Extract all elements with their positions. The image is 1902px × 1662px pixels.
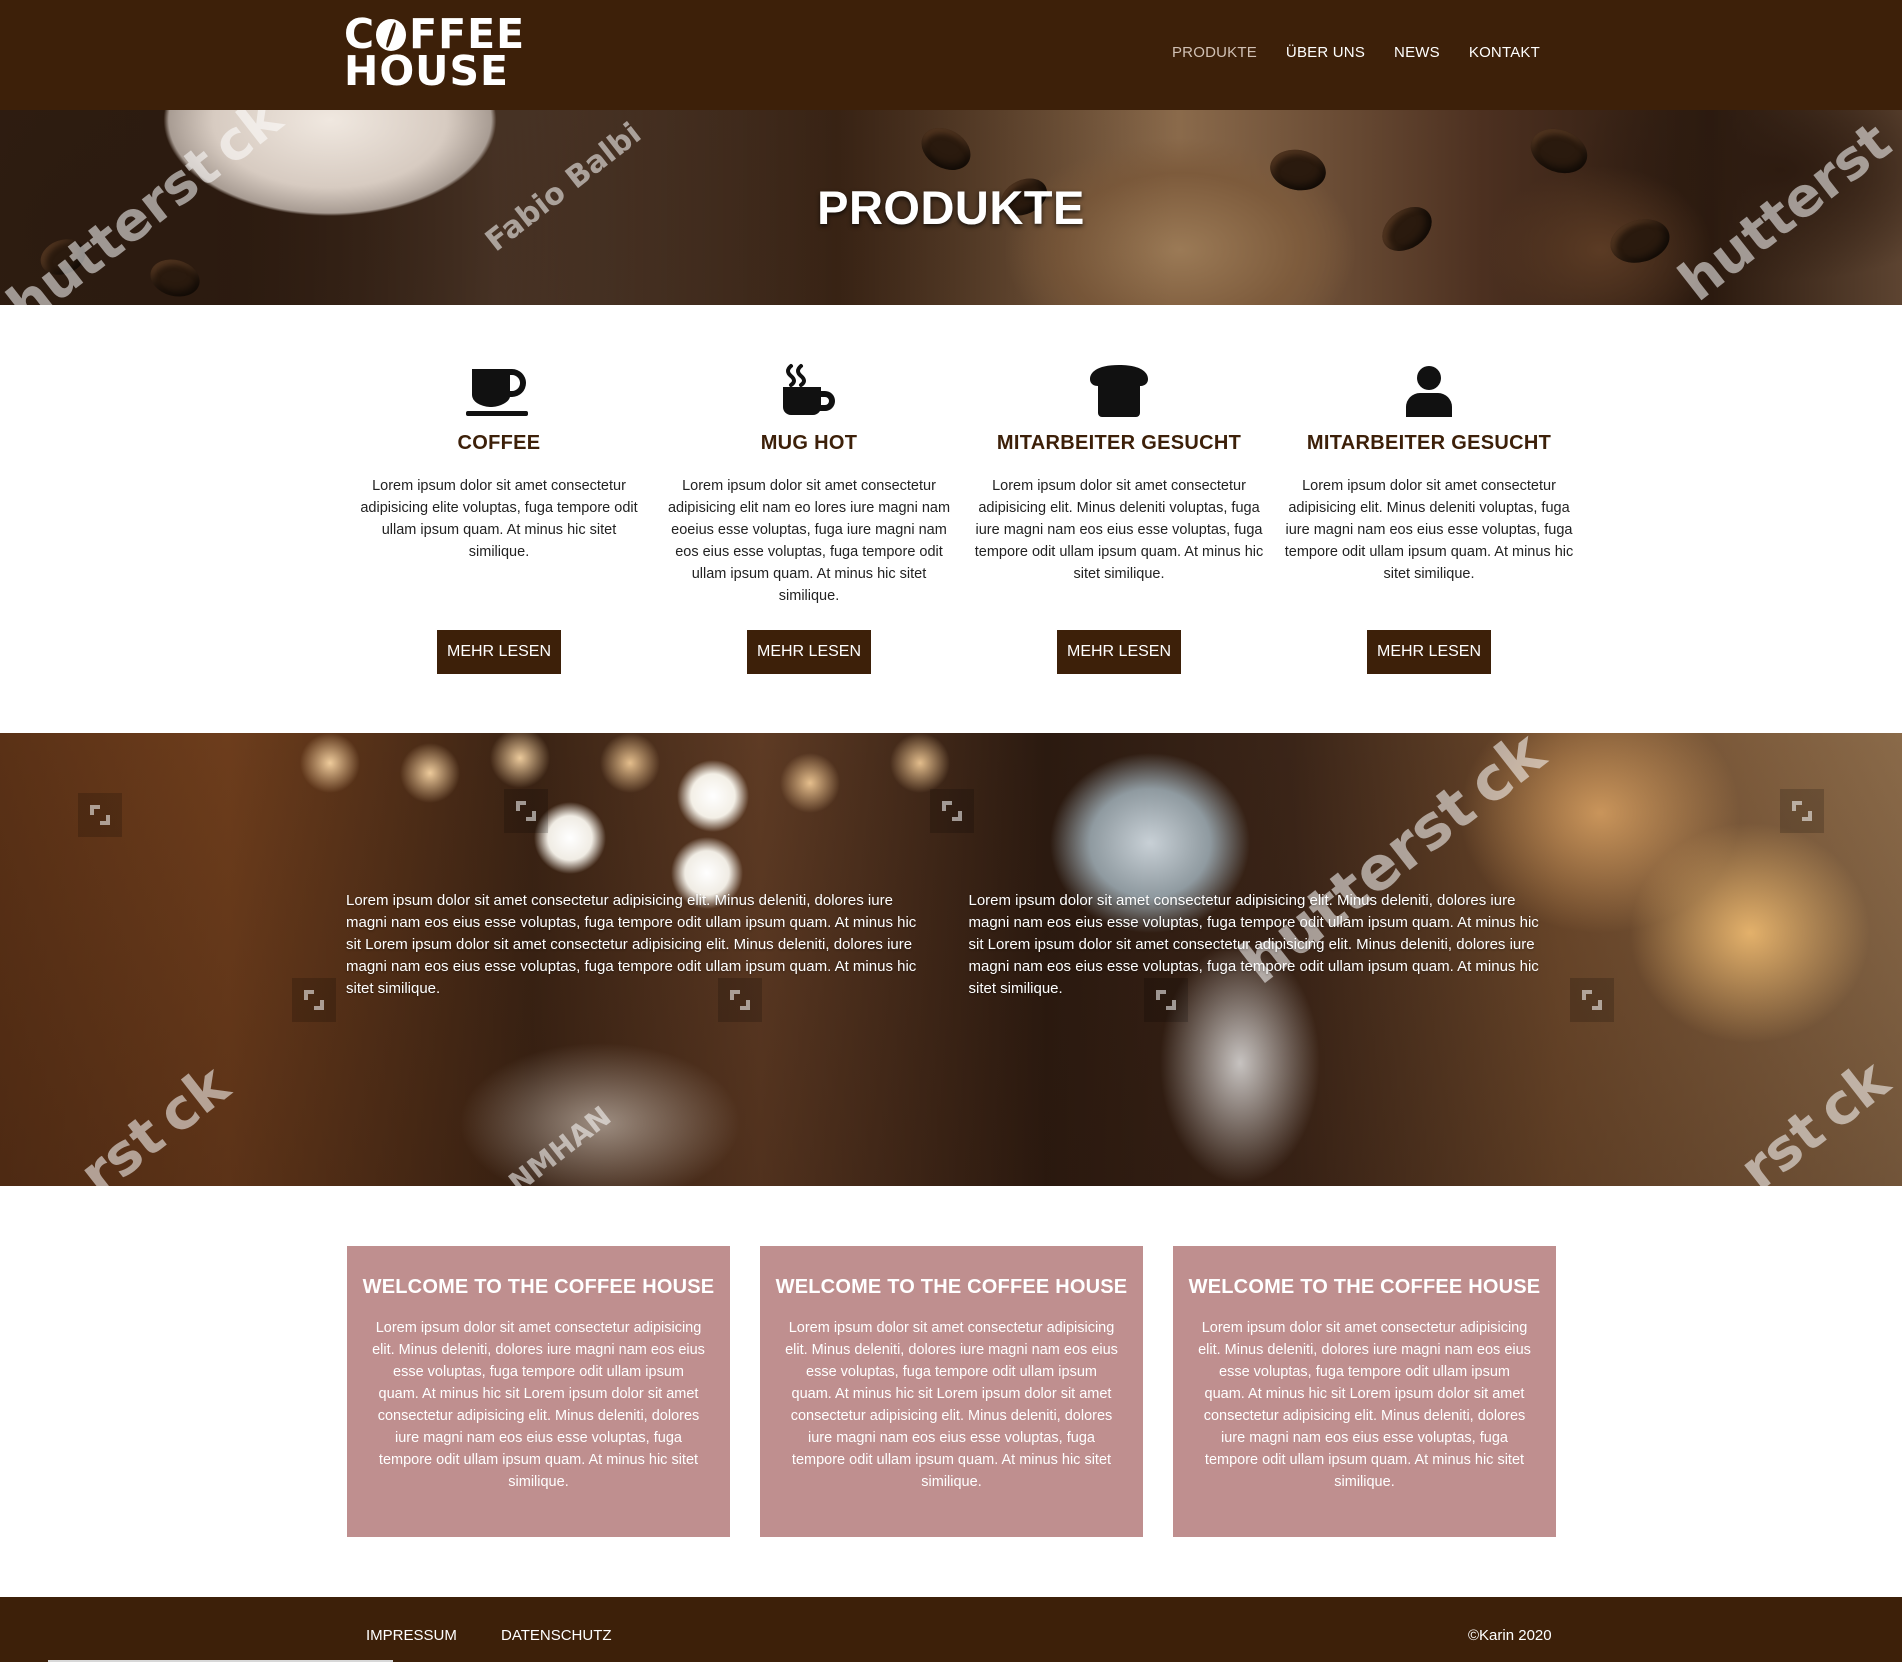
welcome-card-title: WELCOME TO THE COFFEE HOUSE (362, 1276, 715, 1298)
hero-banner: hutterst ck Fabio Balbi hutterst PRODUKT… (0, 110, 1902, 305)
page-title: PRODUKTE (817, 181, 1085, 234)
nav-item-produkte[interactable]: PRODUKTE (1172, 44, 1257, 61)
user-icon-svg (1406, 366, 1452, 417)
watermark-text: rst ck (1727, 1047, 1902, 1186)
product-card-mug-hot: MUG HOT Lorem ipsum dolor sit amet conse… (654, 362, 964, 674)
footer-link-datenschutz[interactable]: DATENSCHUTZ (501, 1627, 612, 1644)
product-card-mitarbeiter-2: MITARBEITER GESUCHT Lorem ipsum dolor si… (1274, 362, 1584, 674)
expand-frame-icon (1570, 978, 1614, 1022)
nav-item-kontakt[interactable]: KONTAKT (1469, 44, 1540, 61)
welcome-card-title: WELCOME TO THE COFFEE HOUSE (1188, 1276, 1541, 1298)
product-description: Lorem ipsum dolor sit amet consectetur a… (974, 478, 1264, 582)
welcome-card-text: Lorem ipsum dolor sit amet consectetur a… (785, 1320, 1118, 1490)
nav-item-news[interactable]: NEWS (1394, 44, 1440, 61)
welcome-cards-section: WELCOME TO THE COFFEE HOUSE Lorem ipsum … (347, 1246, 1556, 1537)
bread-icon (964, 362, 1274, 417)
coffee-bean-decoration (146, 254, 204, 302)
watermark-text: rst ck (67, 1052, 242, 1186)
coffee-cup-icon (344, 362, 654, 417)
product-card-coffee: COFFEE Lorem ipsum dolor sit amet consec… (344, 362, 654, 674)
product-title: MITARBEITER GESUCHT (996, 432, 1242, 454)
copyright-text: ©Karin 2020 (1468, 1627, 1552, 1644)
welcome-card-text: Lorem ipsum dolor sit amet consectetur a… (1198, 1320, 1531, 1490)
expand-frame-icon (292, 978, 336, 1022)
coffee-bean-decoration (1524, 121, 1594, 181)
mehr-lesen-button[interactable]: MEHR LESEN (1366, 630, 1492, 674)
expand-frame-icon (78, 793, 122, 837)
mehr-lesen-button[interactable]: MEHR LESEN (1056, 630, 1182, 674)
welcome-card-text: Lorem ipsum dolor sit amet consectetur a… (372, 1320, 705, 1490)
expand-frame-icon (504, 789, 548, 833)
product-title: COFFEE (457, 432, 541, 454)
user-icon (1274, 362, 1584, 417)
footer-link-impressum[interactable]: IMPRESSUM (366, 1627, 457, 1644)
mehr-lesen-button[interactable]: MEHR LESEN (436, 630, 562, 674)
product-button-wrap: MEHR LESEN (344, 620, 654, 674)
product-title: MITARBEITER GESUCHT (1306, 432, 1552, 454)
mug-hot-icon (654, 362, 964, 417)
cafe-text-columns: Lorem ipsum dolor sit amet consectetur a… (346, 890, 1546, 1000)
site-header: C FFEE HOUSE PRODUKTE ÜBER UNS NEWS KONTA… (0, 0, 1902, 110)
welcome-card-title: WELCOME TO THE COFFEE HOUSE (775, 1276, 1128, 1298)
mehr-lesen-button[interactable]: MEHR LESEN (746, 630, 872, 674)
product-card-mitarbeiter-1: MITARBEITER GESUCHT Lorem ipsum dolor si… (964, 362, 1274, 674)
product-button-wrap: MEHR LESEN (654, 620, 964, 674)
main-nav: PRODUKTE ÜBER UNS NEWS KONTAKT (1172, 44, 1540, 61)
cafe-text-left: Lorem ipsum dolor sit amet consectetur a… (346, 892, 917, 997)
expand-frame-icon (1780, 789, 1824, 833)
cafe-background-section: hutterst ck rst ck NMHAN rst ck Lorem ip… (0, 733, 1902, 1186)
product-description: Lorem ipsum dolor sit amet consectetur a… (360, 478, 638, 560)
product-description: Lorem ipsum dolor sit amet consectetur a… (667, 478, 951, 604)
coffee-bean-decoration (913, 119, 979, 179)
product-title: MUG HOT (760, 432, 858, 454)
nav-item-ueber-uns[interactable]: ÜBER UNS (1286, 44, 1365, 61)
product-button-wrap: MEHR LESEN (964, 620, 1274, 674)
watermark-text: NMHAN (502, 1099, 618, 1186)
products-section: COFFEE Lorem ipsum dolor sit amet consec… (344, 362, 1584, 674)
mug-hot-icon-svg (783, 364, 835, 415)
coffee-bean-icon (376, 19, 407, 51)
site-footer: IMPRESSUM DATENSCHUTZ ©Karin 2020 (0, 1597, 1902, 1662)
coffee-cup-icon-svg (466, 369, 528, 416)
welcome-card: WELCOME TO THE COFFEE HOUSE Lorem ipsum … (347, 1246, 730, 1537)
welcome-card: WELCOME TO THE COFFEE HOUSE Lorem ipsum … (1173, 1246, 1556, 1537)
product-description: Lorem ipsum dolor sit amet consectetur a… (1284, 478, 1574, 582)
welcome-card: WELCOME TO THE COFFEE HOUSE Lorem ipsum … (760, 1246, 1143, 1537)
logo-line-2: HOUSE (344, 47, 509, 95)
expand-frame-icon (930, 789, 974, 833)
cafe-text-right: Lorem ipsum dolor sit amet consectetur a… (968, 892, 1539, 997)
coffee-house-logo[interactable]: C FFEE HOUSE (344, 14, 525, 95)
bread-icon-svg (1090, 365, 1148, 417)
product-button-wrap: MEHR LESEN (1274, 620, 1584, 674)
